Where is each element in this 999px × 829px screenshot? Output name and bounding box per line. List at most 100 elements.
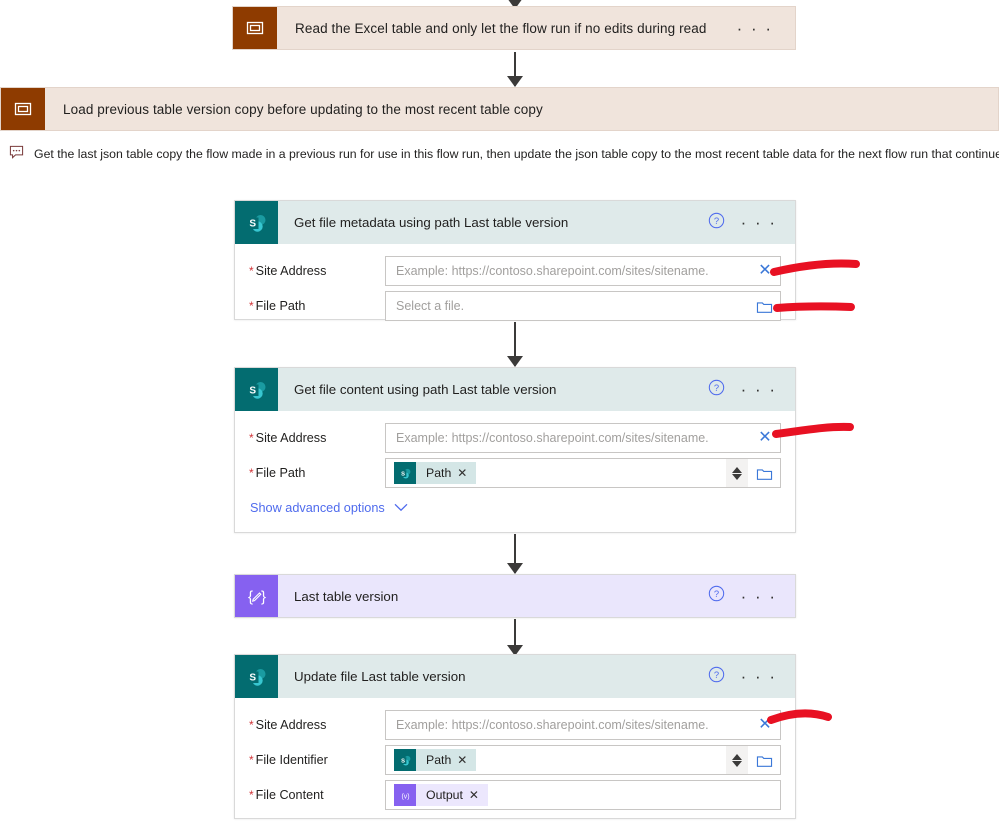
token-chip-path[interactable]: S Path ✕ [394,462,477,484]
comment-bubble-icon [9,145,24,163]
help-circle-icon[interactable]: ? [708,585,725,607]
sharepoint-icon: S [235,655,278,698]
field-row-file-path: * File Path Select a file. [249,289,781,323]
card-body: * Site Address Example: https://contoso.s… [235,411,795,529]
card-menu-button[interactable]: · · · [741,668,777,685]
action-card-last-table-version[interactable]: { } Last table version ? · · · [234,574,796,618]
file-path-input[interactable]: S Path ✕ [385,458,781,488]
file-identifier-input[interactable]: S Path ✕ [385,745,781,775]
token-chip-label: Output [426,788,463,802]
field-label-text: File Content [255,788,324,802]
card-header[interactable]: S Get file metadata using path Last tabl… [235,201,795,244]
input-placeholder: Example: https://contoso.sharepoint.com/… [396,431,709,445]
field-label: * File Path [249,466,385,480]
scope-bar-read-excel-table[interactable]: Read the Excel table and only let the fl… [232,6,796,50]
show-advanced-options-link[interactable]: Show advanced options [249,501,781,515]
scope-bar-load-previous-table-version[interactable]: Load previous table version copy before … [0,87,999,131]
clear-icon[interactable]: ✕ [750,263,780,279]
help-circle-icon[interactable]: ? [708,379,725,401]
svg-text:{: { [248,589,253,606]
field-label-text: File Identifier [255,753,328,767]
svg-text:?: ? [713,589,718,600]
field-label: * File Path [249,299,385,313]
field-label-text: File Path [255,299,306,313]
site-address-input[interactable]: Example: https://contoso.sharepoint.com/… [385,256,781,286]
folder-icon[interactable] [748,466,780,481]
card-menu-button[interactable]: · · · [741,588,777,605]
scope-title: Load previous table version copy before … [63,101,543,117]
token-chip-label: Path [426,753,452,767]
svg-text:(v): (v) [401,793,409,800]
field-label-text: Site Address [255,718,327,732]
field-label: * Site Address [249,431,385,445]
site-address-input[interactable]: Example: https://contoso.sharepoint.com/… [385,423,781,453]
connector-arrow-compose-to-update [507,619,523,656]
connector-arrow-content-to-compose [507,534,523,574]
card-title: Get file content using path Last table v… [294,382,557,397]
compose-icon: (v) [394,784,416,806]
token-remove-icon[interactable]: ✕ [457,753,476,767]
input-placeholder: Example: https://contoso.sharepoint.com/… [396,264,709,278]
token-chip-output[interactable]: (v) Output ✕ [394,784,488,806]
card-header[interactable]: S Update file Last table version ? · · · [235,655,795,698]
token-remove-icon[interactable]: ✕ [457,466,476,480]
file-content-input[interactable]: (v) Output ✕ [385,780,781,810]
scope-title: Read the Excel table and only let the fl… [295,20,707,36]
show-advanced-options-label: Show advanced options [250,501,385,515]
required-marker: * [249,264,254,278]
field-row-site-address: * Site Address Example: https://contoso.s… [249,708,781,742]
scope-icon [233,7,277,49]
file-path-input[interactable]: Select a file. [385,291,781,321]
card-header[interactable]: { } Last table version ? · · · [235,575,795,617]
field-label: * Site Address [249,718,385,732]
field-row-site-address: * Site Address Example: https://contoso.s… [249,421,781,455]
clear-icon[interactable]: ✕ [750,430,780,446]
dynamic-content-stepper[interactable] [726,746,748,774]
required-marker: * [249,299,254,313]
svg-text:S: S [249,672,256,683]
connector-arrow-metadata-to-content [507,322,523,367]
folder-icon[interactable] [748,753,780,768]
action-card-get-file-content[interactable]: S Get file content using path Last table… [234,367,796,533]
card-menu-button[interactable]: · · · [741,381,777,398]
card-title: Update file Last table version [294,669,466,684]
svg-text:?: ? [713,382,718,393]
action-card-update-file[interactable]: S Update file Last table version ? · · ·… [234,654,796,819]
svg-text:?: ? [713,669,718,680]
scope-icon [1,88,45,130]
field-row-file-content: * File Content (v) Output ✕ [249,778,781,812]
chevron-down-icon [394,501,408,515]
field-row-site-address: * Site Address Example: https://contoso.s… [249,254,781,288]
scope-menu-button[interactable]: · · · [737,20,795,37]
input-placeholder: Example: https://contoso.sharepoint.com/… [396,718,709,732]
required-marker: * [249,431,254,445]
help-circle-icon[interactable]: ? [708,666,725,688]
required-marker: * [249,788,254,802]
help-circle-icon[interactable]: ? [708,212,725,234]
sharepoint-icon: S [394,749,416,771]
site-address-input[interactable]: Example: https://contoso.sharepoint.com/… [385,710,781,740]
required-marker: * [249,753,254,767]
field-label-text: Site Address [255,431,327,445]
token-chip-path[interactable]: S Path ✕ [394,749,477,771]
svg-text:S: S [401,758,405,764]
folder-icon[interactable] [748,299,780,314]
field-row-file-path: * File Path S Path ✕ [249,456,781,490]
token-remove-icon[interactable]: ✕ [469,788,488,802]
input-placeholder: Select a file. [396,299,465,313]
card-menu-button[interactable]: · · · [741,214,777,231]
sharepoint-icon: S [235,201,278,244]
field-label-text: Site Address [255,264,327,278]
clear-icon[interactable]: ✕ [750,717,780,733]
svg-text:S: S [249,385,256,396]
compose-icon: { } [235,575,278,617]
sharepoint-icon: S [394,462,416,484]
field-label: * File Identifier [249,753,385,767]
svg-text:?: ? [713,215,718,226]
field-row-file-identifier: * File Identifier S Path ✕ [249,743,781,777]
dynamic-content-stepper[interactable] [726,459,748,487]
card-header[interactable]: S Get file content using path Last table… [235,368,795,411]
required-marker: * [249,718,254,732]
scope-description: Get the last json table copy the flow ma… [9,145,999,163]
action-card-get-file-metadata[interactable]: S Get file metadata using path Last tabl… [234,200,796,323]
